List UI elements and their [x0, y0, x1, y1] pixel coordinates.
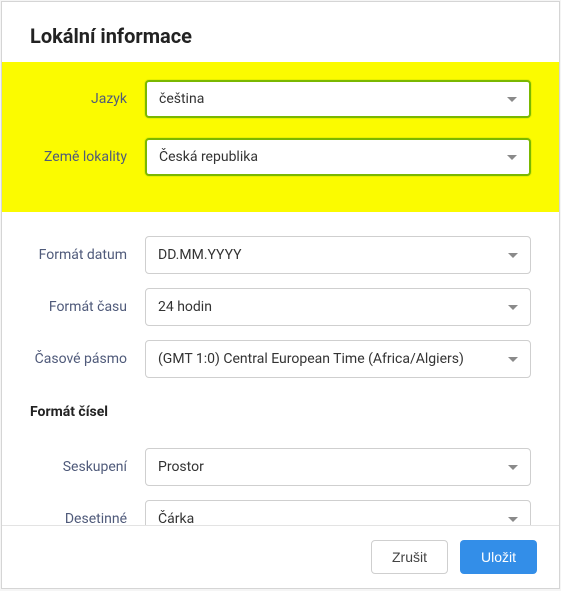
- select-grouping-value: Prostor: [158, 459, 204, 475]
- field-row-time-format: Formát času 24 hodin: [30, 288, 531, 326]
- select-decimal-value: Čárka: [158, 511, 194, 525]
- number-format-section: Seskupení Prostor Desetinné Čárka: [2, 424, 559, 525]
- caret-down-icon: [508, 517, 518, 522]
- dialog-footer: Zrušit Uložit: [2, 525, 559, 588]
- label-date-format: Formát datum: [30, 247, 145, 263]
- select-decimal[interactable]: Čárka: [145, 500, 531, 525]
- dialog-body: Lokální informace Jazyk čeština Země lok…: [2, 2, 559, 525]
- select-country-value: Česká republika: [159, 149, 258, 165]
- label-grouping: Seskupení: [30, 459, 145, 475]
- label-decimal: Desetinné: [30, 511, 145, 525]
- highlighted-section: Jazyk čeština Země lokality Česká republ…: [2, 62, 559, 212]
- select-country[interactable]: Česká republika: [145, 138, 531, 176]
- plain-section: Formát datum DD.MM.YYYY Formát času 24 h…: [2, 212, 559, 378]
- label-time-format: Formát času: [30, 299, 145, 315]
- field-row-decimal: Desetinné Čárka: [30, 500, 531, 525]
- caret-down-icon: [508, 305, 518, 310]
- field-row-language: Jazyk čeština: [30, 80, 531, 118]
- cancel-button[interactable]: Zrušit: [371, 540, 448, 574]
- caret-down-icon: [508, 357, 518, 362]
- select-date-format-value: DD.MM.YYYY: [158, 247, 242, 263]
- field-row-date-format: Formát datum DD.MM.YYYY: [30, 236, 531, 274]
- section-number-format: Formát čísel: [2, 392, 559, 424]
- select-date-format[interactable]: DD.MM.YYYY: [145, 236, 531, 274]
- select-grouping[interactable]: Prostor: [145, 448, 531, 486]
- caret-down-icon: [508, 253, 518, 258]
- caret-down-icon: [507, 97, 517, 102]
- label-country: Země lokality: [30, 149, 145, 165]
- caret-down-icon: [508, 465, 518, 470]
- select-language[interactable]: čeština: [145, 80, 531, 118]
- field-row-grouping: Seskupení Prostor: [30, 448, 531, 486]
- select-language-value: čeština: [159, 91, 204, 107]
- caret-down-icon: [507, 155, 517, 160]
- label-language: Jazyk: [30, 91, 145, 107]
- select-timezone-value: (GMT 1:0) Central European Time (Africa/…: [158, 351, 464, 367]
- field-row-country: Země lokality Česká republika: [30, 138, 531, 176]
- select-time-format[interactable]: 24 hodin: [145, 288, 531, 326]
- save-button[interactable]: Uložit: [460, 540, 537, 574]
- select-timezone[interactable]: (GMT 1:0) Central European Time (Africa/…: [145, 340, 531, 378]
- dialog-title: Lokální informace: [2, 2, 559, 62]
- label-timezone: Časové pásmo: [30, 351, 145, 367]
- locale-settings-dialog: Lokální informace Jazyk čeština Země lok…: [1, 1, 560, 589]
- field-row-timezone: Časové pásmo (GMT 1:0) Central European …: [30, 340, 531, 378]
- select-time-format-value: 24 hodin: [158, 299, 212, 315]
